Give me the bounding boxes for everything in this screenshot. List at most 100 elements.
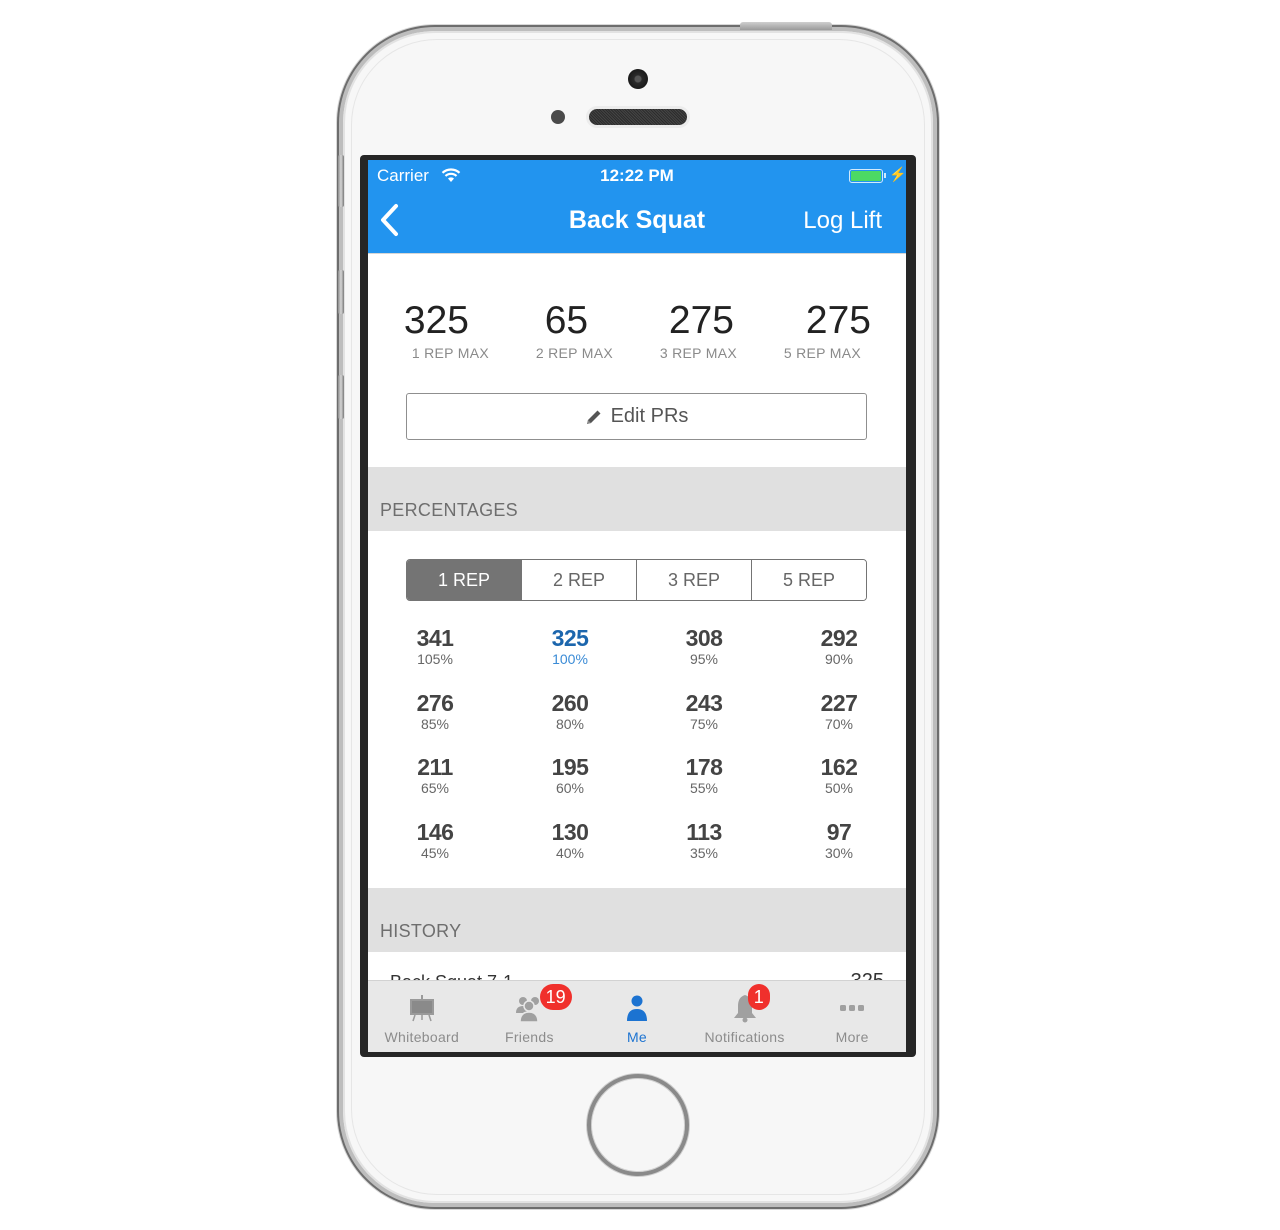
percentages-header: PERCENTAGES [368,467,906,531]
percentage-weight: 260 [551,690,589,716]
pr-summary: 325 1 REP MAX 65 2 REP MAX 275 3 REP MAX… [368,253,906,468]
charging-bolt-icon: ⚡ [889,166,906,182]
pr-1rep: 325 1 REP MAX [404,299,489,361]
percentage-value: 30% [824,845,854,861]
power-button [740,22,832,30]
history-title: HISTORY [380,921,462,941]
tab-bar: Whiteboard 19 Friends Me 1 Notifications… [368,980,906,1052]
percentage-weight: 341 [416,625,454,651]
percentage-cell: 130 40% [530,819,610,861]
percentage-cell: 308 95% [664,625,744,667]
pr-label: 5 REP MAX [783,345,861,361]
percentage-weight: 130 [551,819,589,845]
percentage-weight: 325 [551,625,589,651]
log-lift-button[interactable]: Log Lift [803,207,882,235]
earpiece-speaker [589,109,687,125]
pr-value: 275 [668,299,734,342]
tab-whiteboard[interactable]: Whiteboard [368,981,476,1052]
percentage-weight: 292 [820,625,858,651]
tab-label: Me [626,1029,648,1045]
proximity-sensor [551,110,565,124]
percentages-title: PERCENTAGES [380,500,518,520]
volume-up-button [338,270,344,314]
tab-label: More [835,1029,869,1045]
percentage-cell: 97 30% [799,819,879,861]
percentage-weight: 276 [416,690,454,716]
pr-value: 325 [403,299,469,342]
percentage-cell: 195 60% [530,754,610,796]
tab-label: Notifications [704,1029,785,1045]
navigation-bar: Carrier 12:22 PM ⚡ Back Squat Log Lift [368,160,906,253]
app-screen: Carrier 12:22 PM ⚡ Back Squat Log Lift 3… [368,160,906,1052]
percentage-cell: 292 90% [799,625,879,667]
percentage-weight: 211 [417,754,453,780]
percentage-weight: 308 [685,625,723,651]
percentage-value: 40% [555,845,585,861]
pencil-icon [586,410,601,424]
pr-5rep: 275 5 REP MAX [783,299,871,361]
segment-3-rep[interactable]: 3 REP [636,560,751,600]
percentage-cell: 227 70% [799,690,879,732]
percentage-weight: 227 [820,690,858,716]
percentage-weight: 162 [820,754,858,780]
pr-label: 2 REP MAX [535,345,613,361]
percentage-weight: 146 [416,819,454,845]
percentage-value: 75% [689,716,719,732]
percentage-cell: 325 100% [530,625,610,667]
percentage-value: 55% [689,780,719,796]
percentage-cell: 243 75% [664,690,744,732]
friends-badge: 19 [539,984,572,1010]
tab-label: Whiteboard [384,1029,460,1045]
percentage-weight: 178 [685,754,723,780]
percentage-value: 60% [555,780,585,796]
tab-label: Friends [504,1029,554,1045]
tab-friends[interactable]: 19 Friends [476,981,584,1052]
status-time: 12:22 PM [600,166,674,185]
status-bar: Carrier 12:22 PM ⚡ [368,160,906,190]
notifications-badge: 1 [747,984,770,1010]
home-button[interactable] [587,1074,689,1176]
edit-prs-label: Edit PRs [610,405,689,427]
pr-3rep: 275 3 REP MAX [660,299,737,361]
percentage-value: 90% [824,651,854,667]
percentage-value: 100% [552,651,588,667]
tab-more[interactable]: More [798,981,906,1052]
percentage-value: 80% [555,716,585,732]
battery-tip [884,173,886,178]
segment-5-rep[interactable]: 5 REP [751,560,866,600]
percentage-weight: 195 [551,754,589,780]
percentage-cell: 211 65% [395,754,475,796]
segment-1-rep[interactable]: 1 REP [407,560,521,600]
pr-label: 1 REP MAX [411,345,489,361]
percentage-weight: 97 [826,819,852,845]
percentage-cell: 341 105% [395,625,475,667]
percentage-weight: 113 [686,819,722,845]
battery-icon [849,169,883,183]
edit-prs-button[interactable]: Edit PRs [406,393,867,440]
tab-me[interactable]: Me [583,981,691,1052]
pr-label: 3 REP MAX [659,345,737,361]
person-icon [626,995,647,1021]
percentage-value: 70% [824,716,854,732]
percentage-value: 65% [420,780,450,796]
percentage-cell: 146 45% [395,819,475,861]
more-icon [840,1005,865,1011]
segment-2-rep[interactable]: 2 REP [521,560,636,600]
tab-notifications[interactable]: 1 Notifications [691,981,799,1052]
percentage-cell: 113 35% [664,819,744,861]
pr-value: 275 [805,299,871,342]
volume-down-button [338,375,344,419]
percentage-cell: 162 50% [799,754,879,796]
percentage-cell: 276 85% [395,690,475,732]
history-header: HISTORY [368,888,906,952]
percentage-value: 95% [689,651,719,667]
rep-segmented-control[interactable]: 1 REP 2 REP 3 REP 5 REP [406,559,867,601]
percentage-value: 45% [420,845,450,861]
pr-value: 65 [544,299,589,342]
percentage-value: 85% [420,716,450,732]
percentage-weight: 243 [685,690,723,716]
percentage-cell: 178 55% [664,754,744,796]
mute-switch [338,155,344,207]
percentage-cell: 260 80% [530,690,610,732]
percentage-value: 50% [824,780,854,796]
